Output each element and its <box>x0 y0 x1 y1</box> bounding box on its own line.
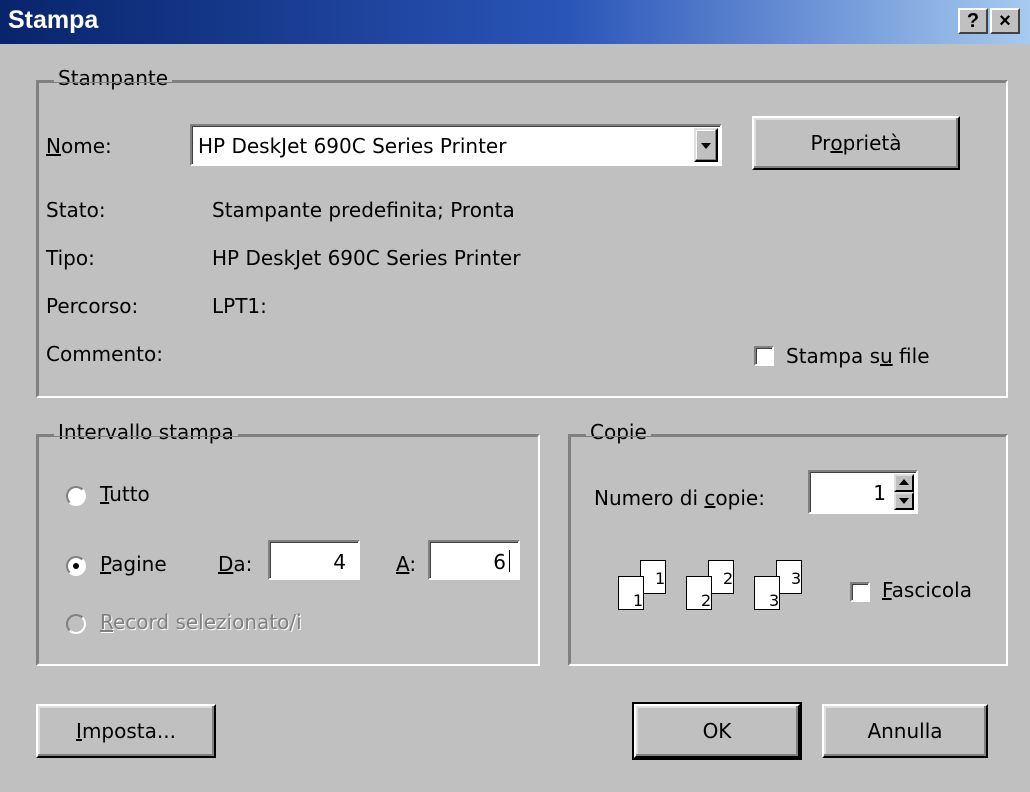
path-value: LPT1: <box>212 294 267 318</box>
title-bar[interactable]: Stampa ? × <box>0 0 1030 44</box>
properties-button[interactable]: Pr o prietà <box>752 116 960 170</box>
selection-label[interactable]: Record selezionato/i <box>100 610 302 634</box>
pages-label[interactable]: Pagine <box>100 552 167 576</box>
help-button[interactable]: ? <box>958 8 988 34</box>
collate-label[interactable]: Fascicola <box>882 578 972 602</box>
type-label: Tipo: <box>46 246 95 270</box>
collate-illustration: 1 1 2 2 3 3 <box>618 560 818 624</box>
to-label: A: <box>396 552 417 576</box>
path-label: Percorso: <box>46 294 139 318</box>
num-copies-label: Numero di copie: <box>594 486 765 510</box>
from-page-input[interactable]: 4 <box>268 540 360 580</box>
to-page-input[interactable]: 6 <box>428 540 520 580</box>
pages-radio[interactable] <box>66 556 86 576</box>
cancel-button[interactable]: Annulla <box>822 704 988 758</box>
page-icon-front: 1 <box>618 576 644 610</box>
print-to-file-label[interactable]: Stampa su file <box>786 344 930 368</box>
spin-up-icon[interactable] <box>894 474 914 492</box>
setup-button[interactable]: Imposta... <box>36 704 216 758</box>
spin-down-icon[interactable] <box>894 492 914 510</box>
chevron-down-icon[interactable] <box>694 128 718 162</box>
printer-name-select[interactable]: HP DeskJet 690C Series Printer <box>190 124 722 166</box>
print-range-legend: Intervallo stampa <box>54 420 238 444</box>
name-label: Nome: <box>46 134 112 158</box>
page-icon-front: 3 <box>754 576 780 610</box>
selection-radio[interactable] <box>66 614 86 634</box>
status-label: Stato: <box>46 198 106 222</box>
print-dialog: Stampa ? × Stampante Nome: HP DeskJet 69… <box>0 0 1030 792</box>
close-button[interactable]: × <box>990 8 1020 34</box>
all-label[interactable]: Tutto <box>100 482 150 506</box>
all-radio[interactable] <box>66 486 86 506</box>
ok-button[interactable]: OK <box>632 702 802 760</box>
text-cursor <box>509 550 510 572</box>
copies-legend: Copie <box>586 420 651 444</box>
print-to-file-checkbox[interactable] <box>754 346 774 366</box>
comment-label: Commento: <box>46 342 163 366</box>
collate-checkbox[interactable] <box>850 582 870 602</box>
window-title: Stampa <box>8 6 99 34</box>
copies-group: Copie <box>568 420 1008 666</box>
page-icon-front: 2 <box>686 576 712 610</box>
num-copies-input[interactable]: 1 <box>808 470 918 514</box>
printer-name-value: HP DeskJet 690C Series Printer <box>198 134 507 158</box>
printer-group-legend: Stampante <box>54 66 173 90</box>
status-value: Stampante predefinita; Pronta <box>212 198 515 222</box>
type-value: HP DeskJet 690C Series Printer <box>212 246 521 270</box>
from-label: Da: <box>218 552 253 576</box>
